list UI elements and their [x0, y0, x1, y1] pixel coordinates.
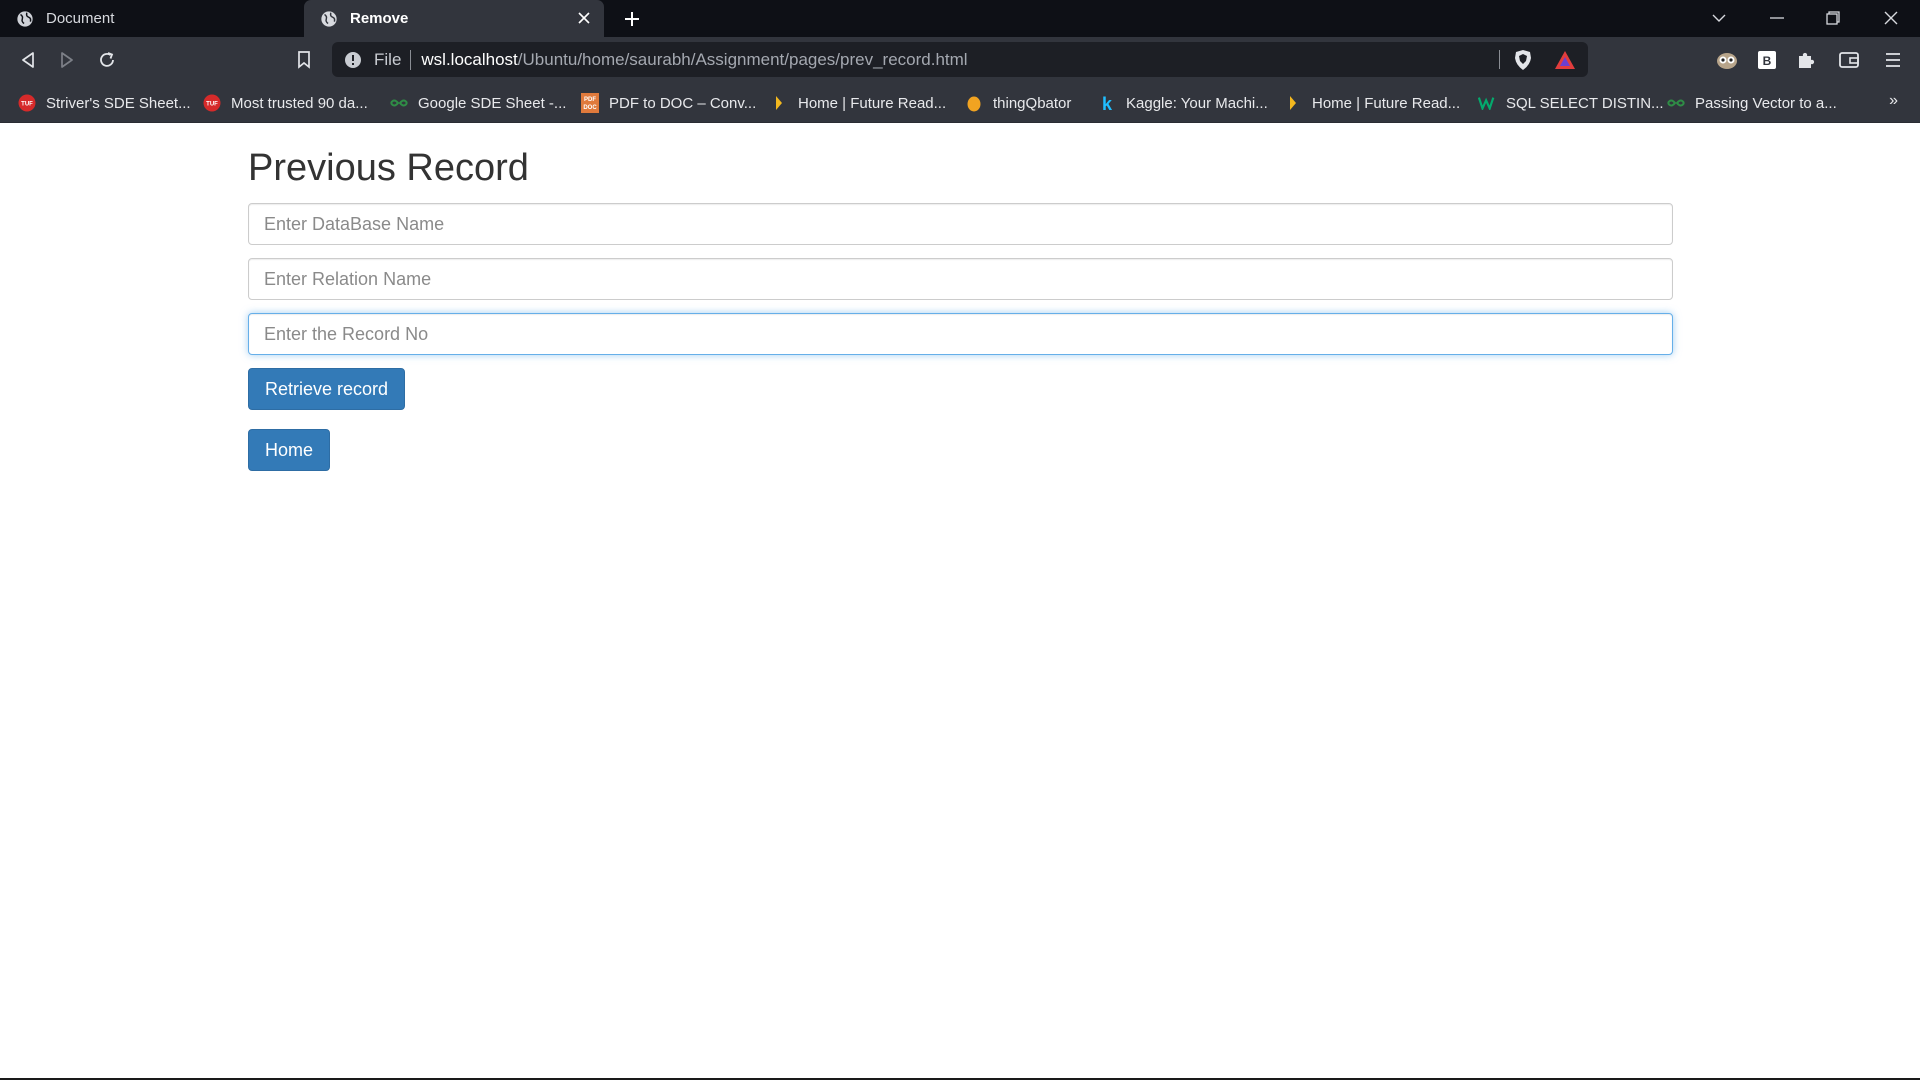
extension-owl-icon[interactable] [1713, 46, 1741, 74]
page-title: Previous Record [248, 147, 529, 189]
minimize-icon[interactable] [1762, 5, 1792, 31]
svg-text:B: B [1763, 54, 1772, 68]
bookmark-item[interactable]: k Kaggle: Your Machi... [1098, 83, 1268, 123]
tab-title: Document [46, 10, 115, 27]
page-content: Previous Record Retrieve record Home [0, 123, 1920, 1078]
tab-strip: Document Remove [0, 0, 1920, 37]
new-tab-icon[interactable] [620, 7, 644, 31]
extension-b-icon[interactable]: B [1753, 46, 1781, 74]
tab-document[interactable]: Document [0, 0, 302, 37]
url-scheme-label: File [374, 49, 402, 69]
svg-text:TUF: TUF [206, 102, 218, 108]
bookmark-icon[interactable] [290, 46, 318, 74]
bookmark-item[interactable]: Google SDE Sheet -... [390, 83, 566, 123]
bookmark-item[interactable]: Home | Future Read... [1284, 83, 1460, 123]
thingqbator-icon [965, 94, 983, 112]
bookmark-item[interactable]: TUF Striver's SDE Sheet... [18, 83, 191, 123]
url-host: wsl.localhost [421, 49, 518, 69]
tab-remove[interactable]: Remove [304, 0, 604, 37]
svg-text:PDF: PDF [584, 97, 596, 103]
bookmark-label: Home | Future Read... [1312, 94, 1461, 112]
bookmark-label: thingQbator [993, 94, 1072, 112]
browser-toolbar: File wsl.localhost /Ubuntu/home/saurabh/… [0, 37, 1920, 83]
info-icon[interactable] [344, 51, 362, 69]
w3schools-icon [1478, 94, 1496, 112]
address-bar[interactable]: File wsl.localhost /Ubuntu/home/saurabh/… [332, 42, 1588, 77]
url-path: /Ubuntu/home/saurabh/Assignment/pages/pr… [517, 49, 968, 69]
relation-name-input[interactable] [248, 258, 1673, 300]
bookmark-label: Google SDE Sheet -... [418, 94, 567, 112]
svg-text:TUF: TUF [21, 102, 33, 108]
back-icon[interactable] [14, 46, 42, 74]
bookmark-item[interactable]: Passing Vector to a... [1667, 83, 1837, 123]
gfg-icon [390, 94, 408, 112]
bookmark-item[interactable]: thingQbator [965, 83, 1071, 123]
bookmark-label: Passing Vector to a... [1695, 94, 1837, 112]
restore-icon[interactable] [1818, 5, 1848, 31]
bookmark-label: Home | Future Read... [798, 94, 947, 112]
extensions-puzzle-icon[interactable] [1792, 46, 1820, 74]
globe-icon [321, 10, 337, 27]
svg-text:DOC: DOC [583, 105, 597, 111]
globe-icon [17, 10, 33, 27]
tuf-icon: TUF [18, 94, 36, 112]
future-readers-icon [1284, 94, 1302, 112]
url-separator [410, 49, 412, 70]
pdf-doc-icon: PDF DOC [581, 93, 599, 113]
gfg-icon [1667, 94, 1685, 112]
bookmark-label: SQL SELECT DISTIN... [1506, 94, 1664, 112]
home-button[interactable]: Home [248, 429, 331, 471]
brave-rewards-icon[interactable] [1554, 49, 1576, 71]
record-no-input[interactable] [248, 313, 1673, 355]
reload-icon[interactable] [93, 46, 121, 74]
bookmark-item[interactable]: SQL SELECT DISTIN... [1478, 83, 1664, 123]
bookmark-item[interactable]: TUF Most trusted 90 da... [203, 83, 368, 123]
wallet-icon[interactable] [1835, 46, 1863, 74]
bookmark-label: Striver's SDE Sheet... [46, 94, 191, 112]
database-name-input[interactable] [248, 203, 1673, 245]
url-divider [1499, 50, 1500, 69]
tab-title: Remove [350, 10, 409, 27]
bookmarks-overflow-button[interactable]: » [1889, 92, 1898, 110]
menu-icon[interactable] [1879, 46, 1907, 74]
close-window-icon[interactable] [1876, 5, 1906, 31]
bookmark-label: Kaggle: Your Machi... [1126, 94, 1268, 112]
tab-search-chevron-icon[interactable] [1704, 5, 1734, 31]
bookmark-label: PDF to DOC – Conv... [609, 94, 757, 112]
svg-text:k: k [1102, 94, 1113, 112]
bookmarks-bar: TUF Striver's SDE Sheet... TUF Most trus… [0, 83, 1920, 123]
tuf-icon: TUF [203, 94, 221, 112]
forward-icon[interactable] [53, 46, 81, 74]
bookmark-item[interactable]: PDF DOC PDF to DOC – Conv... [581, 83, 756, 123]
kaggle-icon: k [1098, 94, 1116, 112]
bookmark-label: Most trusted 90 da... [231, 94, 368, 112]
future-readers-icon [770, 94, 788, 112]
retrieve-record-button[interactable]: Retrieve record [248, 368, 406, 410]
close-tab-icon[interactable] [574, 8, 594, 28]
bookmark-item[interactable]: Home | Future Read... [770, 83, 946, 123]
brave-shields-icon[interactable] [1513, 49, 1533, 71]
